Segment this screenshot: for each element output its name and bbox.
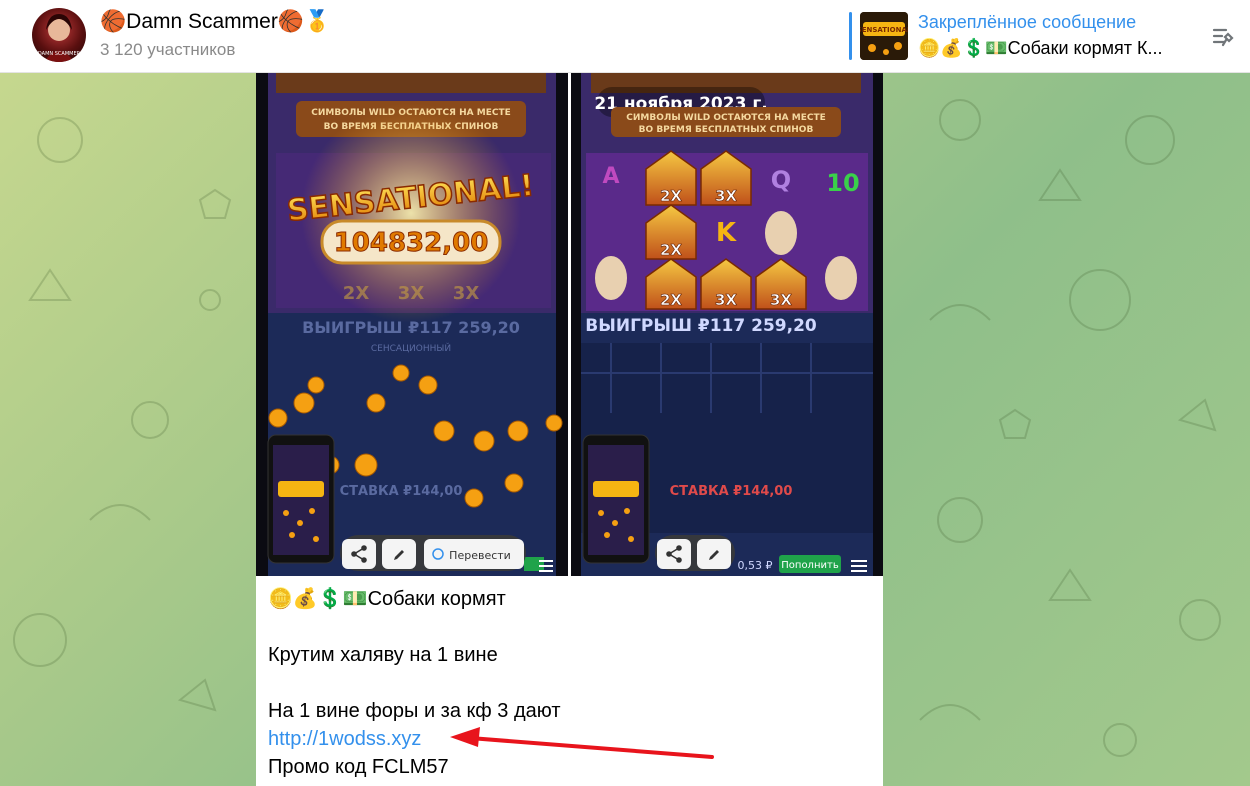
annotation-arrow [450,727,714,759]
